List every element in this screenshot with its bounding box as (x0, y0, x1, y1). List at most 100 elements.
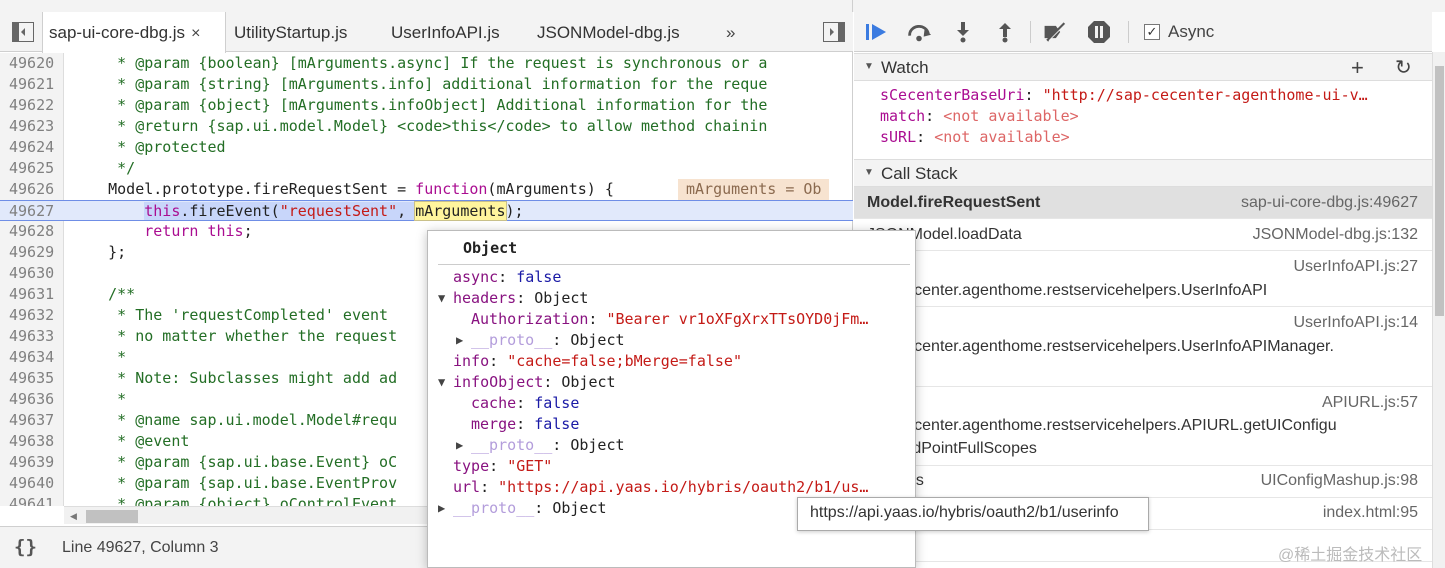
hovered-variable[interactable]: mArguments (414, 201, 507, 221)
tab-json-model-dbg[interactable]: JSONModel-dbg.js (537, 12, 680, 52)
scrollbar-thumb[interactable] (1435, 66, 1444, 316)
tab-label: JSONModel-dbg.js (537, 23, 680, 42)
line-number[interactable]: 49622 (9, 95, 54, 116)
code-token: , (397, 202, 416, 220)
watch-item[interactable]: sURL: <not available> (880, 128, 1070, 149)
line-number[interactable]: 49621 (9, 74, 54, 95)
code-text: * (72, 390, 127, 408)
property-row-expanded[interactable]: ▼ headers: Object (438, 289, 588, 310)
property-row[interactable]: merge: false (471, 415, 579, 436)
property-value: false (516, 268, 562, 286)
expand-triangle-icon[interactable]: ▼ (438, 291, 445, 305)
property-row[interactable]: cache: false (471, 394, 579, 415)
line-number[interactable]: 49626 (9, 179, 54, 200)
property-row-collapsed[interactable]: ▶ __proto__: Object (438, 499, 607, 520)
step-into-button[interactable] (950, 20, 976, 44)
call-frame[interactable]: lScopes UIConfigMashup.js:98 (854, 466, 1432, 498)
resume-button[interactable] (864, 20, 890, 44)
tab-user-info-api[interactable]: UserInfoAPI.js (391, 12, 500, 52)
step-out-button[interactable] (992, 20, 1018, 44)
call-frame[interactable]: APIURL.js:57 sap.cecenter.agenthome.rest… (854, 387, 1432, 466)
navigator-toggle-icon[interactable] (12, 22, 34, 42)
close-icon[interactable]: × (191, 25, 200, 42)
line-number[interactable]: 49634 (9, 347, 54, 368)
property-row-collapsed[interactable]: ▶ __proto__: Object (456, 436, 625, 457)
code-text: * no matter whether the request (72, 327, 398, 345)
call-frame[interactable]: UserInfoAPI.js:14 sap.cecenter.agenthome… (854, 307, 1432, 387)
expand-triangle-icon[interactable]: ▶ (456, 438, 463, 452)
scrollbar-thumb[interactable] (86, 510, 138, 523)
code-text: /** (72, 285, 136, 303)
code-text: * The 'requestCompleted' event (72, 306, 389, 324)
expand-triangle-icon[interactable]: ▶ (438, 501, 445, 515)
line-number[interactable]: 49628 (9, 221, 54, 242)
line-number[interactable]: 49635 (9, 368, 54, 389)
vertical-scrollbar[interactable] (1432, 52, 1445, 568)
call-frame-location[interactable]: sap-ui-core-dbg.js:49627 (1241, 194, 1418, 212)
call-frame-location[interactable]: JSONModel-dbg.js:132 (1253, 226, 1418, 244)
more-tabs-button[interactable]: » (726, 12, 735, 54)
property-value: false (534, 394, 580, 412)
line-number[interactable]: 49627 (9, 201, 54, 222)
line-number[interactable]: 49625 (9, 158, 54, 179)
property-row[interactable]: Authorization: "Bearer vr1oXFgXrxTTsOYD0… (471, 310, 868, 331)
property-row[interactable]: type: "GET" (453, 457, 552, 478)
property-row[interactable]: info: "cache=false;bMerge=false" (453, 352, 742, 373)
call-frame-function: sap.cecenter.agenthome.restservicehelper… (867, 338, 1334, 355)
watch-item[interactable]: match: <not available> (880, 107, 1079, 128)
line-number[interactable]: 49629 (9, 242, 54, 263)
code-token: Model.prototype.fireRequestSent = (72, 180, 416, 198)
popover-divider (438, 264, 910, 265)
property-row[interactable]: url: "https://api.yaas.io/hybris/oauth2/… (453, 478, 868, 499)
callstack-section-header[interactable]: ▼ Call Stack (854, 159, 1432, 187)
line-number[interactable]: 49623 (9, 116, 54, 137)
watch-item[interactable]: sCecenterBaseUri: "http://sap-cecenter-a… (880, 86, 1368, 107)
collapse-triangle-icon[interactable]: ▼ (864, 167, 874, 178)
step-over-button[interactable] (906, 20, 932, 44)
property-separator: : (534, 499, 553, 517)
property-row[interactable]: async: false (453, 268, 561, 289)
scroll-left-arrow-icon[interactable]: ◀ (70, 511, 77, 522)
debugger-toggle-icon[interactable] (823, 22, 845, 42)
pretty-print-button[interactable]: {} (14, 536, 37, 558)
property-row-expanded[interactable]: ▼ infoObject: Object (438, 373, 616, 394)
property-row-collapsed[interactable]: ▶ __proto__: Object (456, 331, 625, 352)
line-number[interactable]: 49636 (9, 389, 54, 410)
line-number[interactable]: 49637 (9, 410, 54, 431)
property-separator: : (552, 331, 571, 349)
call-frame-location[interactable]: index.html:95 (1323, 504, 1418, 522)
line-number[interactable]: 49633 (9, 326, 54, 347)
line-number[interactable]: 49638 (9, 431, 54, 452)
async-label[interactable]: Async (1168, 22, 1214, 42)
tab-sap-ui-core-dbg[interactable]: sap-ui-core-dbg.js × (42, 12, 226, 53)
line-number[interactable]: 49641 (9, 494, 54, 506)
call-frame-location[interactable]: UIConfigMashup.js:98 (1261, 472, 1418, 490)
line-number[interactable]: 49624 (9, 137, 54, 158)
async-checkbox[interactable]: ✓ (1144, 24, 1160, 40)
line-number[interactable]: 49639 (9, 452, 54, 473)
refresh-icon[interactable]: ↻ (1395, 55, 1412, 80)
line-number[interactable]: 49620 (9, 53, 54, 74)
call-frame-location[interactable]: UserInfoAPI.js:27 (1294, 258, 1419, 276)
call-frame-selected[interactable]: Model.fireRequestSent sap-ui-core-dbg.js… (854, 187, 1432, 219)
add-watch-button[interactable]: + (1351, 55, 1364, 81)
watch-section-header[interactable]: ▼ Watch + ↻ (854, 53, 1432, 81)
pause-on-exceptions-button[interactable] (1086, 20, 1112, 44)
property-value: Object (570, 331, 625, 349)
tab-utility-startup[interactable]: UtilityStartup.js (234, 12, 347, 52)
expand-triangle-icon[interactable]: ▼ (438, 375, 445, 389)
line-number[interactable]: 49640 (9, 473, 54, 494)
collapse-triangle-icon[interactable]: ▼ (864, 61, 874, 72)
code-text: Model.prototype.fireRequestSent = functi… (72, 179, 614, 200)
call-frame[interactable]: JSONModel.loadData JSONModel-dbg.js:132 (854, 219, 1432, 251)
line-number[interactable]: 49630 (9, 263, 54, 284)
watch-value: "http://sap-cecenter-agenthome-ui-v… (1042, 86, 1368, 104)
property-key: __proto__ (453, 499, 535, 517)
line-number[interactable]: 49631 (9, 284, 54, 305)
deactivate-breakpoints-button[interactable] (1042, 20, 1068, 44)
call-frame-location[interactable]: APIURL.js:57 (1322, 394, 1418, 412)
call-frame-location[interactable]: UserInfoAPI.js:14 (1294, 314, 1419, 332)
line-number[interactable]: 49632 (9, 305, 54, 326)
expand-triangle-icon[interactable]: ▶ (456, 333, 463, 347)
call-frame[interactable]: UserInfoAPI.js:27 sap.cecenter.agenthome… (854, 251, 1432, 307)
